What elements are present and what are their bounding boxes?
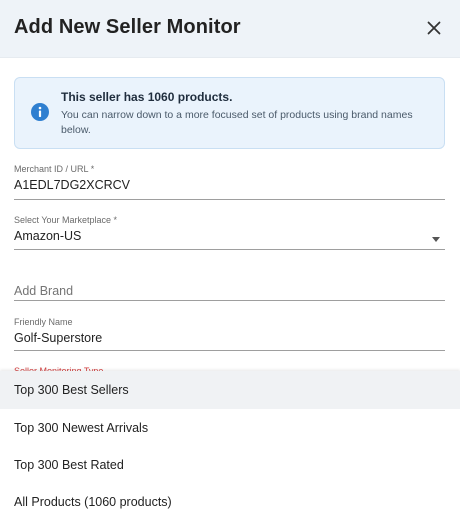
merchant-id-underline [14,199,445,200]
menu-option-best-rated[interactable]: Top 300 Best Rated [0,446,460,484]
add-brand-underline [14,300,445,301]
chevron-down-icon[interactable] [432,237,440,242]
info-icon [31,103,49,121]
friendly-name-label: Friendly Name [14,317,73,327]
marketplace-underline [14,249,445,250]
friendly-name-value[interactable]: Golf-Superstore [14,331,445,345]
dialog-header: Add New Seller Monitor [0,0,460,58]
menu-option-all-products[interactable]: All Products (1060 products) [0,483,460,521]
info-text: You can narrow down to a more focused se… [61,109,413,136]
friendly-name-underline [14,350,445,351]
friendly-name-field[interactable]: Friendly Name Golf-Superstore [14,317,445,353]
add-brand-field[interactable]: Add Brand [14,282,445,302]
marketplace-value[interactable]: Amazon-US [14,229,445,243]
menu-option-best-sellers[interactable]: Top 300 Best Sellers [0,371,460,409]
dialog-title: Add New Seller Monitor [14,16,241,38]
merchant-id-field[interactable]: Merchant ID / URL * A1EDL7DG2XCRCV [14,164,445,200]
close-icon [427,21,441,35]
info-title: This seller has 1060 products. [61,90,233,104]
info-banner: This seller has 1060 products. You can n… [14,77,445,149]
merchant-id-value[interactable]: A1EDL7DG2XCRCV [14,178,445,192]
close-button[interactable] [420,14,448,42]
marketplace-label: Select Your Marketplace * [14,215,118,225]
add-brand-input[interactable]: Add Brand [14,284,73,298]
marketplace-select[interactable]: Select Your Marketplace * Amazon-US [14,215,445,251]
monitoring-type-menu: Top 300 Best Sellers Top 300 Newest Arri… [0,371,460,521]
menu-option-newest-arrivals[interactable]: Top 300 Newest Arrivals [0,409,460,447]
merchant-id-label: Merchant ID / URL * [14,164,95,174]
